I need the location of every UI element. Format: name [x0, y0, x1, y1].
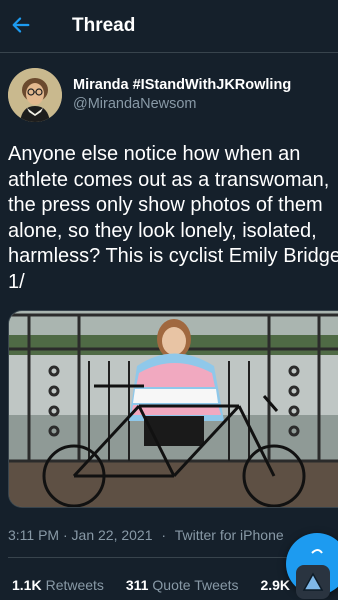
- tweet-stats: 1.1K Retweets 311 Quote Tweets 2.9K: [12, 577, 312, 593]
- overlay-badge[interactable]: [296, 565, 330, 599]
- triangle-up-icon: [302, 572, 324, 591]
- tweet-photo[interactable]: [8, 310, 338, 508]
- page-title: Thread: [72, 15, 136, 36]
- author-handle[interactable]: @MirandaNewsom: [73, 96, 197, 112]
- tweet-text: Anyone else notice how when an athlete c…: [8, 143, 338, 293]
- quote-tweets-count: 311: [125, 577, 149, 593]
- retweets-count: 1.1K: [12, 577, 42, 593]
- quote-tweets-label: Quote Tweets: [152, 577, 239, 593]
- tweet-client[interactable]: Twitter for iPhone: [175, 527, 284, 543]
- top-bar: Thread: [0, 0, 338, 53]
- back-button[interactable]: [6, 10, 36, 40]
- arrow-left-icon: [12, 17, 30, 33]
- tweet-timestamp[interactable]: 3:11 PM · Jan 22, 2021: [8, 527, 153, 543]
- author-display-name[interactable]: Miranda #IStandWithJKRowling: [73, 77, 335, 93]
- quote-tweets-stat[interactable]: 311 Quote Tweets: [126, 577, 239, 593]
- avatar[interactable]: [8, 68, 62, 122]
- tweet-meta: 3:11 PM · Jan 22, 2021 · Twitter for iPh…: [8, 527, 289, 543]
- meta-separator: ·: [161, 527, 167, 543]
- retweets-label: Retweets: [45, 577, 104, 593]
- retweets-stat[interactable]: 1.1K Retweets: [12, 577, 104, 593]
